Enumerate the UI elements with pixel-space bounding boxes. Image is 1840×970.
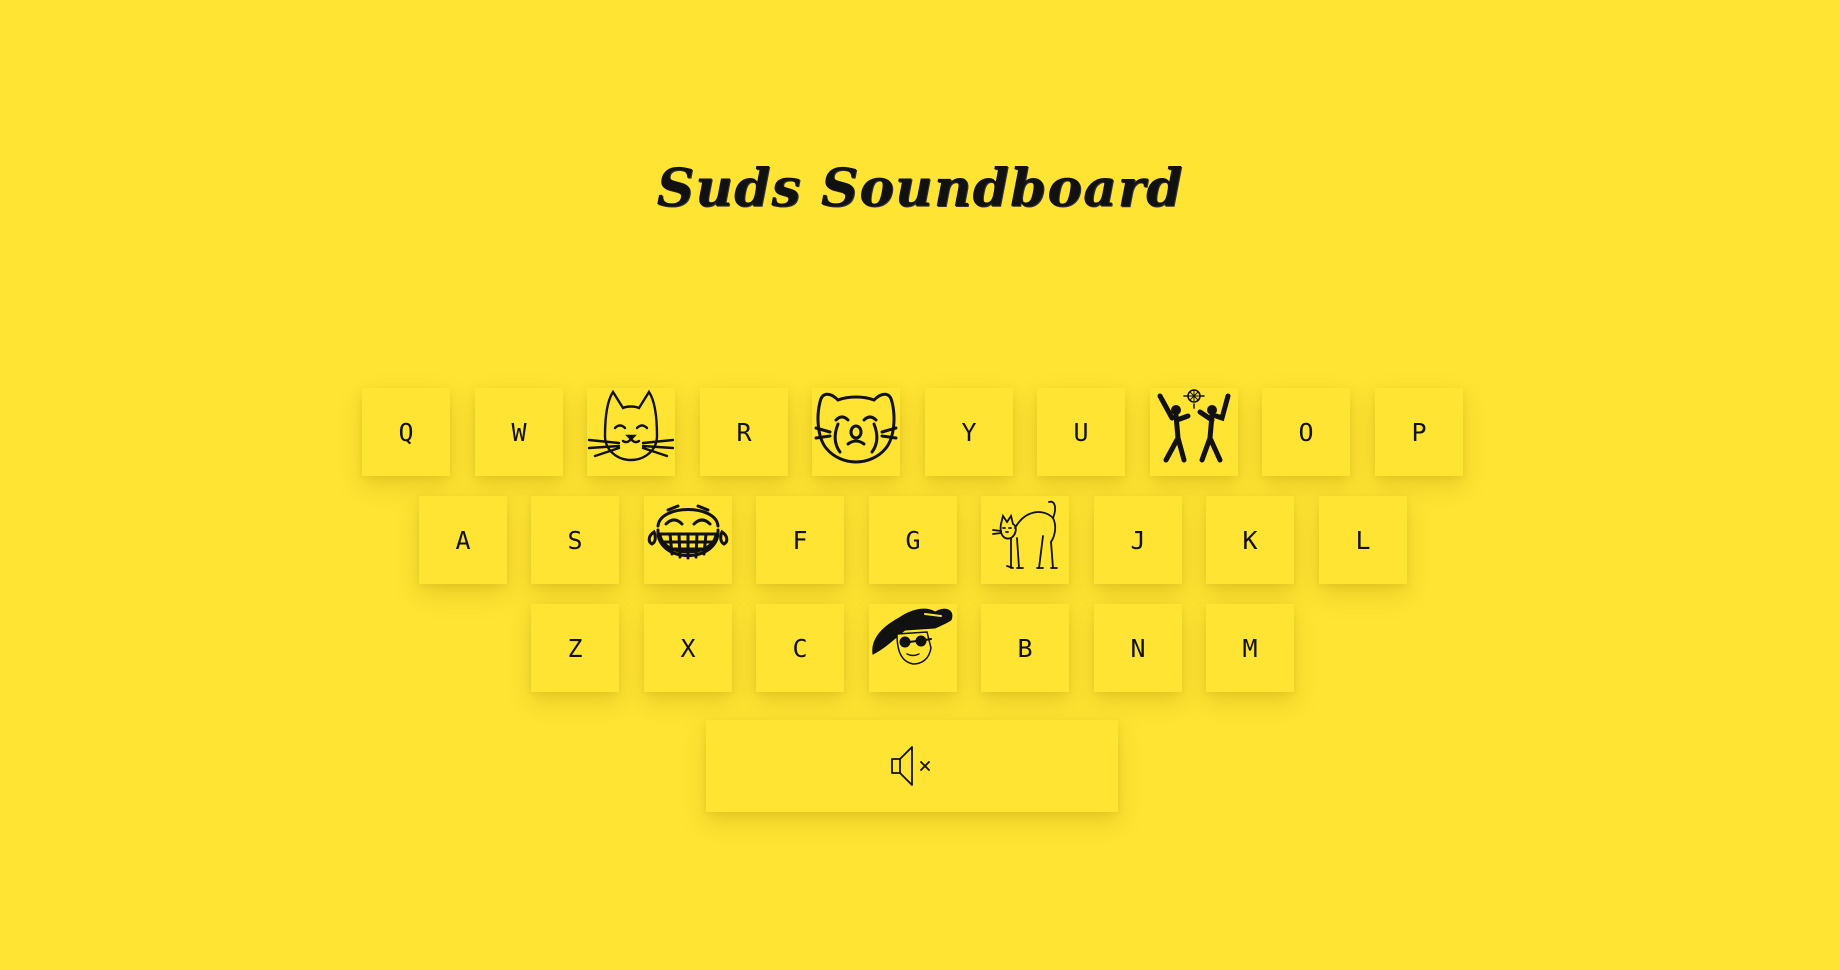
key-c[interactable]: C <box>756 604 844 692</box>
startled-cat-icon <box>992 500 1058 569</box>
key-label: N <box>1130 633 1146 663</box>
key-label: G <box>905 525 921 555</box>
key-a[interactable]: A <box>419 496 507 584</box>
key-t[interactable] <box>812 388 900 476</box>
key-s[interactable]: S <box>531 496 619 584</box>
key-label: J <box>1130 525 1146 555</box>
crying-cat-face-icon <box>814 392 898 464</box>
key-n[interactable]: N <box>1094 604 1182 692</box>
key-label: Q <box>398 417 414 447</box>
key-b[interactable]: B <box>981 604 1069 692</box>
key-label: L <box>1355 525 1371 555</box>
key-label: Y <box>961 417 977 447</box>
key-label: C <box>792 633 808 663</box>
key-label: X <box>680 633 696 663</box>
key-r[interactable]: R <box>700 388 788 476</box>
key-h[interactable] <box>981 496 1069 584</box>
key-i[interactable] <box>1150 388 1238 476</box>
key-label: P <box>1411 417 1427 447</box>
key-x[interactable]: X <box>644 604 732 692</box>
key-label: U <box>1073 417 1089 447</box>
key-u[interactable]: U <box>1037 388 1125 476</box>
key-k[interactable]: K <box>1206 496 1294 584</box>
key-label: B <box>1017 633 1033 663</box>
key-d[interactable] <box>644 496 732 584</box>
key-w[interactable]: W <box>475 388 563 476</box>
cat-face-icon <box>587 389 675 462</box>
key-z[interactable]: Z <box>531 604 619 692</box>
key-v[interactable] <box>869 604 957 692</box>
key-f[interactable]: F <box>756 496 844 584</box>
key-o[interactable]: O <box>1262 388 1350 476</box>
key-j[interactable]: J <box>1094 496 1182 584</box>
key-y[interactable]: Y <box>925 388 1013 476</box>
key-label: K <box>1242 525 1258 555</box>
key-label: A <box>455 525 471 555</box>
key-l[interactable]: L <box>1319 496 1407 584</box>
laughing-tears-face-icon <box>647 504 729 560</box>
page-title: Suds Soundboard <box>656 158 1184 219</box>
speaker-muted-icon <box>891 746 930 786</box>
key-label: S <box>567 525 583 555</box>
key-m[interactable]: M <box>1206 604 1294 692</box>
key-g[interactable]: G <box>869 496 957 584</box>
person-with-hat-sunglasses-icon <box>872 608 953 665</box>
key-label: Z <box>567 633 583 663</box>
key-label: M <box>1242 633 1258 663</box>
key-q[interactable]: Q <box>362 388 450 476</box>
key-label: W <box>511 417 527 447</box>
dancing-people-disco-ball-icon <box>1157 389 1231 463</box>
key-label: F <box>792 525 808 555</box>
key-label: R <box>736 417 752 447</box>
key-label: O <box>1298 417 1314 447</box>
key-e[interactable] <box>587 388 675 476</box>
mute-button[interactable] <box>706 720 1118 812</box>
key-p[interactable]: P <box>1375 388 1463 476</box>
